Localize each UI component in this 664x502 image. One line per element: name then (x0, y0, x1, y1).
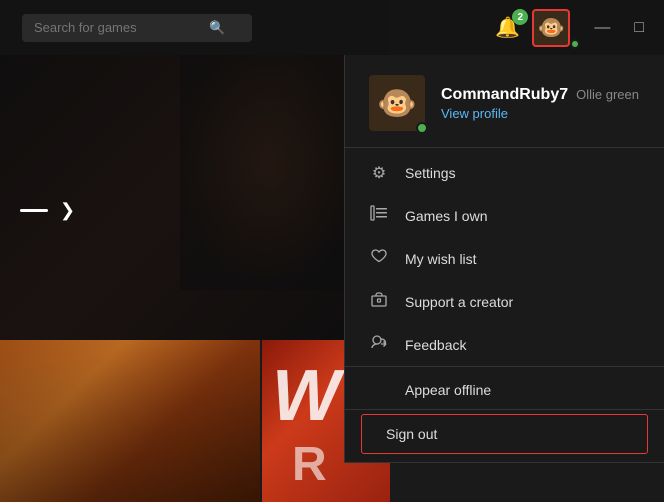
menu-label-feedback: Feedback (405, 337, 466, 353)
search-input[interactable] (34, 20, 209, 35)
online-status-dot (570, 39, 580, 49)
notifications-button[interactable]: 🔔 2 (495, 15, 520, 40)
creator-icon (369, 291, 389, 312)
profile-username: CommandRuby7 (441, 86, 568, 104)
user-dropdown: 🐵 CommandRuby7 Ollie green View profile … (344, 55, 664, 463)
thumbnail-row (0, 340, 390, 502)
sign-out-button[interactable]: Sign out (361, 414, 648, 454)
thumbnail-1 (0, 340, 260, 502)
settings-icon: ⚙ (369, 163, 389, 183)
notification-badge: 2 (512, 9, 528, 25)
menu-divider-3 (345, 409, 664, 410)
nav-area: ❯ (20, 200, 75, 221)
menu-label-appear-offline: Appear offline (405, 382, 491, 398)
menu-label-settings: Settings (405, 165, 456, 181)
menu-label-creator: Support a creator (405, 294, 513, 310)
avatar-button[interactable]: 🐵 (532, 9, 570, 47)
profile-info: CommandRuby7 Ollie green View profile (441, 86, 639, 121)
avatar-emoji: 🐵 (538, 15, 565, 41)
menu-item-settings[interactable]: ⚙ Settings (345, 152, 664, 194)
avatar-wrapper: 🐵 (532, 9, 578, 47)
menu-label-wishlist: My wish list (405, 251, 477, 267)
profile-section: 🐵 CommandRuby7 Ollie green View profile (345, 55, 664, 147)
menu-item-appear-offline[interactable]: Appear offline (345, 371, 664, 409)
games-icon (369, 205, 389, 226)
menu-divider-2 (345, 366, 664, 367)
profile-online-dot (416, 122, 428, 134)
nav-dash (20, 209, 48, 212)
profile-status: Ollie green (576, 87, 639, 102)
wishlist-icon (369, 248, 389, 269)
menu-divider-1 (345, 147, 664, 148)
minimize-button[interactable]: — (586, 16, 618, 40)
profile-avatar: 🐵 (369, 75, 425, 131)
search-bar[interactable]: 🔍 (22, 14, 252, 42)
menu-item-feedback[interactable]: Feedback (345, 323, 664, 366)
menu-item-games[interactable]: Games I own (345, 194, 664, 237)
maximize-button[interactable]: □ (626, 16, 652, 40)
sign-out-label: Sign out (386, 426, 437, 442)
menu-item-wishlist[interactable]: My wish list (345, 237, 664, 280)
menu-label-games: Games I own (405, 208, 487, 224)
header: 🔍 🔔 2 🐵 — □ (0, 0, 664, 55)
bg-decoration (180, 40, 360, 290)
search-icon[interactable]: 🔍 (209, 20, 225, 36)
feedback-icon (369, 334, 389, 355)
menu-item-creator[interactable]: Support a creator (345, 280, 664, 323)
nav-next-button[interactable]: ❯ (60, 200, 75, 221)
window-controls: — □ (586, 16, 652, 40)
profile-avatar-emoji: 🐵 (377, 84, 417, 122)
view-profile-link[interactable]: View profile (441, 106, 639, 121)
